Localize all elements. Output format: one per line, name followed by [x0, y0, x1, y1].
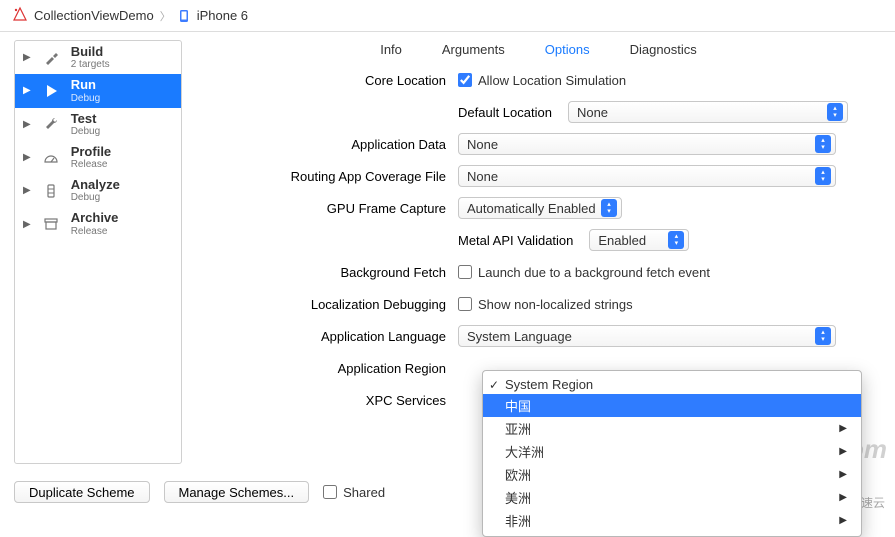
- background-fetch-checkbox[interactable]: [458, 265, 472, 279]
- updown-arrows-icon: ▴▾: [815, 327, 831, 345]
- loc-debug-label: Localization Debugging: [198, 297, 458, 312]
- updown-arrows-icon: ▴▾: [601, 199, 617, 217]
- localization-debugging-checkbox[interactable]: [458, 297, 472, 311]
- region-option-china[interactable]: 中国: [483, 394, 861, 417]
- submenu-arrow-icon: ▶: [839, 423, 847, 434]
- manage-schemes-button[interactable]: Manage Schemes...: [164, 481, 310, 503]
- metal-label: Metal API Validation: [458, 233, 583, 248]
- disclosure-triangle-icon[interactable]: ▶: [23, 85, 31, 96]
- region-option-system[interactable]: ✓System Region: [483, 375, 861, 394]
- disclosure-triangle-icon[interactable]: ▶: [23, 119, 31, 130]
- submenu-arrow-icon: ▶: [839, 515, 847, 526]
- updown-arrows-icon: ▴▾: [815, 167, 831, 185]
- region-option-oceania[interactable]: 大洋洲▶: [483, 440, 861, 463]
- gpu-label: GPU Frame Capture: [198, 201, 458, 216]
- app-icon: [12, 6, 28, 25]
- shared-checkbox-wrapper[interactable]: Shared: [323, 485, 385, 500]
- sidebar-item-test[interactable]: ▶ TestDebug: [15, 108, 181, 141]
- routing-file-select[interactable]: None ▴▾: [458, 165, 836, 187]
- sidebar-item-profile[interactable]: ▶ ProfileRelease: [15, 141, 181, 174]
- application-region-dropdown[interactable]: ✓System Region 中国 亚洲▶ 大洋洲▶ 欧洲▶ 美洲▶ 非洲▶: [482, 370, 862, 537]
- core-location-label: Core Location: [198, 73, 458, 88]
- gauge-icon: [39, 150, 63, 166]
- analyze-icon: [39, 183, 63, 199]
- default-location-select[interactable]: None ▴▾: [568, 101, 848, 123]
- xpc-label: XPC Services: [198, 393, 458, 408]
- submenu-arrow-icon: ▶: [839, 446, 847, 457]
- hammer-icon: [39, 50, 63, 66]
- gpu-frame-capture-select[interactable]: Automatically Enabled ▴▾: [458, 197, 622, 219]
- app-language-label: Application Language: [198, 329, 458, 344]
- metal-api-validation-select[interactable]: Enabled ▴▾: [589, 229, 689, 251]
- sidebar-item-build[interactable]: ▶ Build2 targets: [15, 41, 181, 74]
- default-location-label: Default Location: [458, 105, 562, 120]
- sidebar-item-analyze[interactable]: ▶ AnalyzeDebug: [15, 174, 181, 207]
- shared-label: Shared: [343, 485, 385, 500]
- breadcrumb-project[interactable]: CollectionViewDemo: [34, 8, 154, 23]
- scheme-sidebar: ▶ Build2 targets ▶ RunDebug ▶ TestDebug …: [14, 40, 182, 464]
- updown-arrows-icon: ▴▾: [815, 135, 831, 153]
- submenu-arrow-icon: ▶: [839, 492, 847, 503]
- play-icon: [39, 83, 63, 99]
- tab-info[interactable]: Info: [380, 42, 402, 57]
- shared-checkbox[interactable]: [323, 485, 337, 499]
- updown-arrows-icon: ▴▾: [827, 103, 843, 121]
- sidebar-item-archive[interactable]: ▶ ArchiveRelease: [15, 207, 181, 240]
- region-option-africa[interactable]: 非洲▶: [483, 509, 861, 532]
- disclosure-triangle-icon[interactable]: ▶: [23, 185, 31, 196]
- disclosure-triangle-icon[interactable]: ▶: [23, 152, 31, 163]
- region-option-asia[interactable]: 亚洲▶: [483, 417, 861, 440]
- breadcrumb-device[interactable]: iPhone 6: [197, 8, 248, 23]
- allow-location-simulation-text: Allow Location Simulation: [478, 73, 626, 88]
- tab-diagnostics[interactable]: Diagnostics: [630, 42, 697, 57]
- app-data-label: Application Data: [198, 137, 458, 152]
- sidebar-item-run[interactable]: ▶ RunDebug: [15, 74, 181, 107]
- tab-arguments[interactable]: Arguments: [442, 42, 505, 57]
- app-region-label: Application Region: [198, 361, 458, 376]
- application-data-select[interactable]: None ▴▾: [458, 133, 836, 155]
- device-icon: [177, 9, 191, 23]
- wrench-icon: [39, 116, 63, 132]
- allow-location-simulation-checkbox[interactable]: [458, 73, 472, 87]
- background-fetch-text: Launch due to a background fetch event: [478, 265, 710, 280]
- tabs: Info Arguments Options Diagnostics: [198, 36, 879, 69]
- region-option-americas[interactable]: 美洲▶: [483, 486, 861, 509]
- submenu-arrow-icon: ▶: [839, 469, 847, 480]
- disclosure-triangle-icon[interactable]: ▶: [23, 52, 31, 63]
- breadcrumb: CollectionViewDemo 〉 iPhone 6: [0, 0, 895, 32]
- check-icon: ✓: [489, 378, 499, 392]
- bg-fetch-label: Background Fetch: [198, 265, 458, 280]
- disclosure-triangle-icon[interactable]: ▶: [23, 219, 31, 230]
- region-option-europe[interactable]: 欧洲▶: [483, 463, 861, 486]
- routing-label: Routing App Coverage File: [198, 169, 458, 184]
- tab-options[interactable]: Options: [545, 42, 590, 57]
- application-language-select[interactable]: System Language ▴▾: [458, 325, 836, 347]
- duplicate-scheme-button[interactable]: Duplicate Scheme: [14, 481, 150, 503]
- chevron-right-icon: 〉: [160, 8, 171, 24]
- updown-arrows-icon: ▴▾: [668, 231, 684, 249]
- localization-debugging-text: Show non-localized strings: [478, 297, 633, 312]
- archive-icon: [39, 216, 63, 232]
